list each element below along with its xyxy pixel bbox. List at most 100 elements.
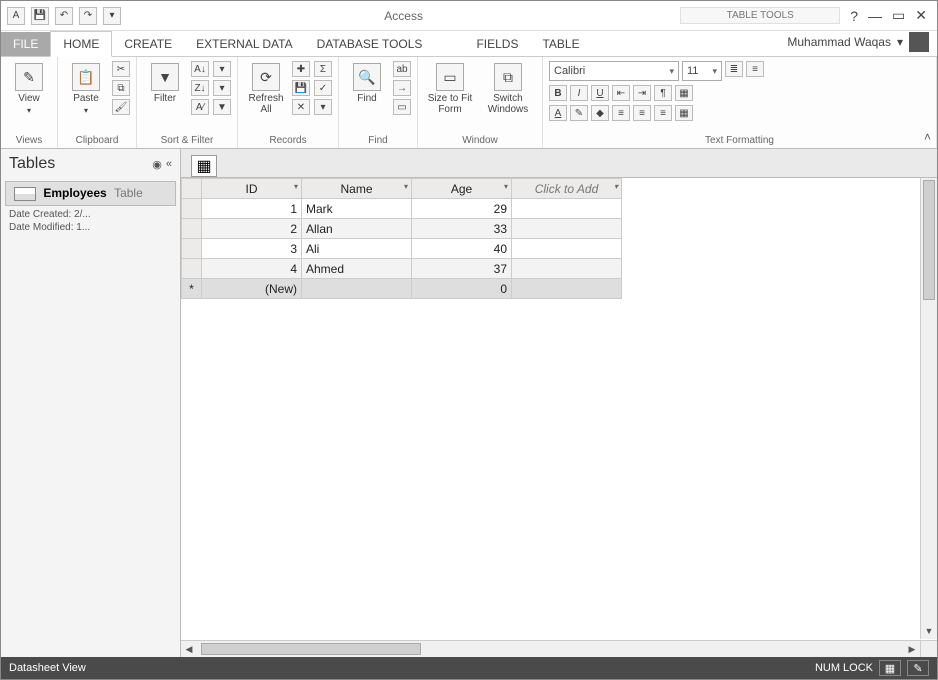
nav-header[interactable]: Tables ◉ « [1, 149, 180, 179]
cell-empty[interactable] [512, 279, 622, 299]
align-right-icon[interactable]: ≡ [654, 105, 672, 121]
cell-name[interactable]: Mark [302, 199, 412, 219]
datasheet-view-icon[interactable]: ▦ [879, 660, 901, 676]
cell-empty[interactable] [512, 199, 622, 219]
chevron-down-icon[interactable]: ▾ [404, 182, 408, 191]
clear-sort-icon[interactable]: A⁄ [191, 99, 209, 115]
cell-name[interactable]: Ahmed [302, 259, 412, 279]
font-size-select[interactable]: 11▾ [682, 61, 722, 81]
new-record-row[interactable]: * (New) 0 [182, 279, 622, 299]
restore-icon[interactable]: ▭ [892, 7, 905, 24]
select-all-cell[interactable] [182, 179, 202, 199]
collapse-ribbon-icon[interactable]: ˄ [924, 130, 931, 144]
view-button[interactable]: ✎ View ▾ [7, 61, 51, 127]
italic-icon[interactable]: I [570, 85, 588, 101]
chevron-down-icon[interactable]: ▾ [614, 182, 618, 191]
filter-button[interactable]: ▼ Filter [143, 61, 187, 127]
design-view-icon[interactable]: ✎ [907, 660, 929, 676]
cell-id[interactable]: 1 [202, 199, 302, 219]
bullets-icon[interactable]: ≣ [725, 61, 743, 77]
cell-empty[interactable] [512, 219, 622, 239]
tab-database-tools[interactable]: DATABASE TOOLS [305, 32, 435, 56]
cell-empty[interactable] [512, 259, 622, 279]
row-selector[interactable] [182, 239, 202, 259]
chevron-down-icon[interactable]: ▾ [294, 182, 298, 191]
underline-icon[interactable]: U [591, 85, 609, 101]
horizontal-scrollbar[interactable]: ◀ ▶ [181, 640, 920, 657]
totals-icon[interactable]: Σ [314, 61, 332, 77]
row-selector[interactable] [182, 199, 202, 219]
table-row[interactable]: 1 Mark 29 [182, 199, 622, 219]
chevron-down-icon[interactable]: ▾ [504, 182, 508, 191]
cut-icon[interactable]: ✂ [112, 61, 130, 77]
save-icon[interactable]: 💾 [31, 7, 49, 25]
sort-desc-icon[interactable]: Z↓ [191, 80, 209, 96]
scroll-thumb[interactable] [923, 180, 935, 300]
minimize-icon[interactable]: — [868, 8, 882, 24]
replace-icon[interactable]: ab [393, 61, 411, 77]
tab-file[interactable]: FILE [1, 32, 50, 56]
cell-empty[interactable] [512, 239, 622, 259]
vertical-scrollbar[interactable]: ▲ ▼ [920, 178, 937, 639]
save-record-icon[interactable]: 💾 [292, 80, 310, 96]
find-button[interactable]: 🔍 Find [345, 61, 389, 127]
new-record-icon[interactable]: * [182, 279, 202, 299]
text-direction-icon[interactable]: ¶ [654, 85, 672, 101]
row-selector[interactable] [182, 219, 202, 239]
cell-id[interactable]: 3 [202, 239, 302, 259]
advanced-filter-icon[interactable]: ▾ [213, 80, 231, 96]
scroll-left-icon[interactable]: ◀ [181, 641, 197, 657]
copy-icon[interactable]: ⧉ [112, 80, 130, 96]
cell-id[interactable]: 4 [202, 259, 302, 279]
more-records-icon[interactable]: ▾ [314, 99, 332, 115]
user-account[interactable]: Muhammad Waqas ▾ [779, 28, 937, 56]
table-row[interactable]: 4 Ahmed 37 [182, 259, 622, 279]
col-header-id[interactable]: ID▾ [202, 179, 302, 199]
indent-increase-icon[interactable]: ⇥ [633, 85, 651, 101]
spelling-icon[interactable]: ✓ [314, 80, 332, 96]
tab-table[interactable]: TABLE [530, 32, 591, 56]
nav-search-icon[interactable]: ◉ [152, 158, 162, 171]
new-record-icon[interactable]: ✚ [292, 61, 310, 77]
scroll-thumb[interactable] [201, 643, 421, 655]
tab-external-data[interactable]: EXTERNAL DATA [184, 32, 304, 56]
highlight-icon[interactable]: ✎ [570, 105, 588, 121]
cell-name[interactable]: Ali [302, 239, 412, 259]
cell-name[interactable] [302, 279, 412, 299]
cell-age[interactable]: 33 [412, 219, 512, 239]
size-to-fit-button[interactable]: ▭ Size to Fit Form [424, 61, 476, 127]
align-left-icon[interactable]: ≡ [612, 105, 630, 121]
col-header-click-to-add[interactable]: Click to Add▾ [512, 179, 622, 199]
cell-age[interactable]: 29 [412, 199, 512, 219]
tab-create[interactable]: CREATE [112, 32, 184, 56]
table-row[interactable]: 3 Ali 40 [182, 239, 622, 259]
col-header-name[interactable]: Name▾ [302, 179, 412, 199]
cell-name[interactable]: Allan [302, 219, 412, 239]
sort-asc-icon[interactable]: A↓ [191, 61, 209, 77]
numbering-icon[interactable]: ≡ [746, 61, 764, 77]
font-color-icon[interactable]: A [549, 105, 567, 121]
switch-windows-button[interactable]: ⧉ Switch Windows [480, 61, 536, 127]
cell-age[interactable]: 0 [412, 279, 512, 299]
alternate-row-icon[interactable]: ▦ [675, 105, 693, 121]
gridlines-icon[interactable]: ▦ [675, 85, 693, 101]
table-row[interactable]: 2 Allan 33 [182, 219, 622, 239]
nav-collapse-icon[interactable]: « [166, 158, 172, 171]
indent-decrease-icon[interactable]: ⇤ [612, 85, 630, 101]
cell-age[interactable]: 37 [412, 259, 512, 279]
redo-icon[interactable]: ↷ [79, 7, 97, 25]
cell-id[interactable]: 2 [202, 219, 302, 239]
col-header-age[interactable]: Age▾ [412, 179, 512, 199]
select-icon[interactable]: ▭ [393, 99, 411, 115]
delete-record-icon[interactable]: ✕ [292, 99, 310, 115]
qat-customize-icon[interactable]: ▾ [103, 7, 121, 25]
cell-id[interactable]: (New) [202, 279, 302, 299]
format-painter-icon[interactable]: 🖌 [112, 99, 130, 115]
tab-fields[interactable]: FIELDS [464, 32, 530, 56]
help-icon[interactable]: ? [850, 8, 858, 24]
fill-color-icon[interactable]: ◆ [591, 105, 609, 121]
paste-button[interactable]: 📋 Paste ▾ [64, 61, 108, 127]
cell-age[interactable]: 40 [412, 239, 512, 259]
scroll-down-icon[interactable]: ▼ [921, 623, 937, 639]
scroll-right-icon[interactable]: ▶ [904, 641, 920, 657]
